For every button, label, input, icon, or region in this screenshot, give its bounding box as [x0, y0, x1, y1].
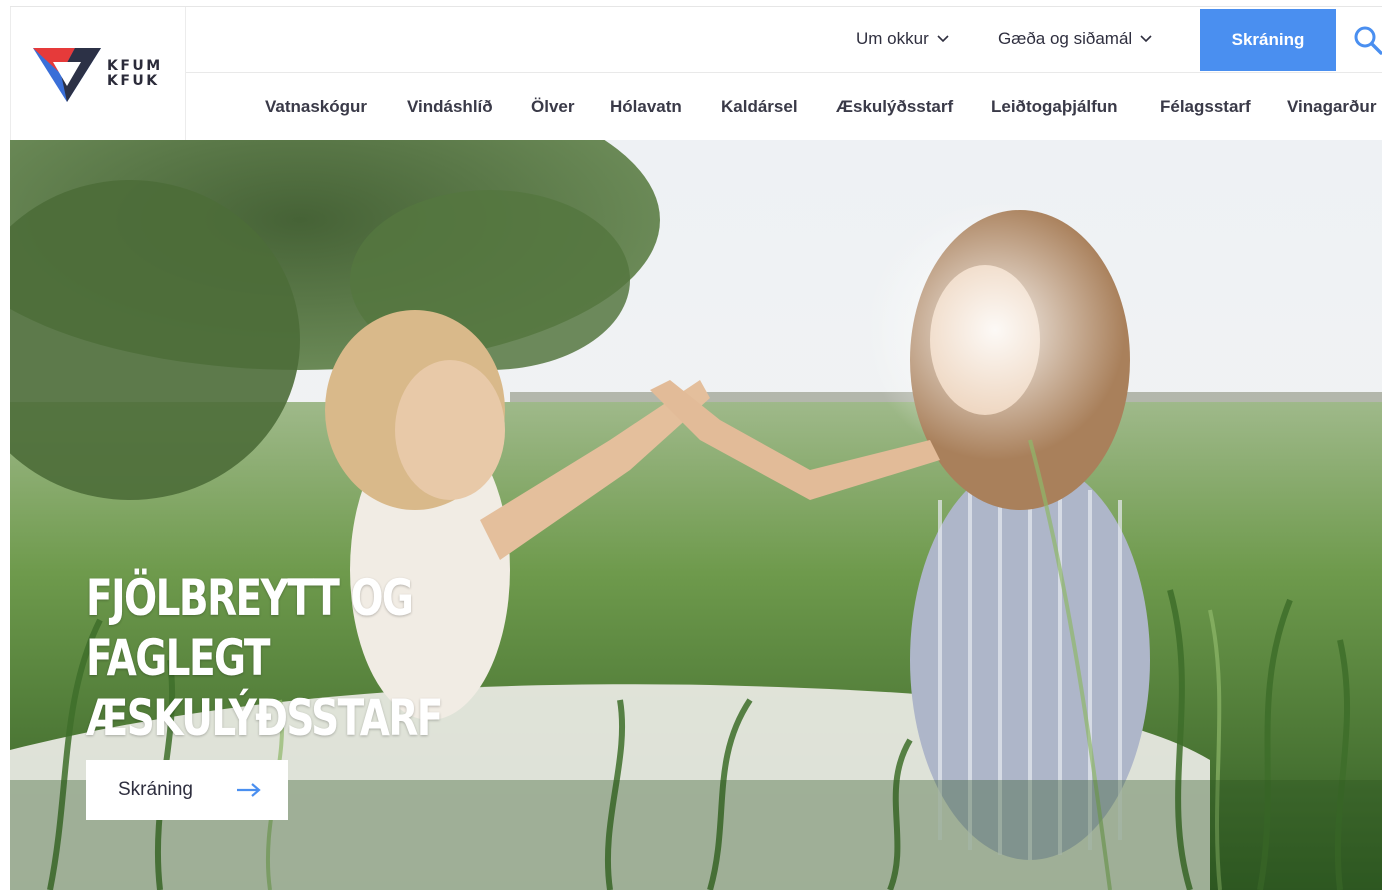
- logo-text: KFUM KFUK: [107, 59, 163, 89]
- nav-item-vinagardur[interactable]: Vinagarður: [1287, 97, 1376, 117]
- arrow-right-icon: [237, 783, 261, 797]
- nav-item-aeskulydsstarf[interactable]: Æskulýðsstarf: [836, 97, 953, 117]
- skraning-header-button[interactable]: Skráning: [1200, 9, 1336, 71]
- logo[interactable]: KFUM KFUK: [10, 7, 186, 141]
- gaeda-og-sidamal-label: Gæða og siðamál: [998, 29, 1133, 48]
- hero-title-line-1: Fjölbreytt og faglegt: [86, 569, 414, 687]
- nav-item-holavatn[interactable]: Hólavatn: [610, 97, 682, 117]
- hero-title: Fjölbreytt og faglegt æskulýðsstarf: [86, 568, 585, 748]
- hero-banner: Fjölbreytt og faglegt æskulýðsstarf Skrá…: [10, 140, 1382, 890]
- header-top-row: Um okkur Gæða og siðamál Skráning: [186, 7, 1382, 73]
- search-icon[interactable]: [1353, 25, 1382, 55]
- hero-title-line-2: æskulýðsstarf: [86, 689, 443, 747]
- site-header: KFUM KFUK Um okkur Gæða og siðamál Skrán…: [10, 6, 1382, 141]
- nav-item-vatnaskogur[interactable]: Vatnaskógur: [265, 97, 367, 117]
- nav-item-kaldarsel[interactable]: Kaldársel: [721, 97, 798, 117]
- main-nav: Vatnaskógur Vindáshlíð Ölver Hólavatn Ka…: [186, 73, 1382, 141]
- gaeda-og-sidamal-menu[interactable]: Gæða og siðamál: [998, 29, 1152, 49]
- chevron-down-icon: [1140, 35, 1152, 43]
- skraning-hero-button[interactable]: Skráning: [86, 760, 288, 820]
- um-okkur-menu[interactable]: Um okkur: [856, 29, 949, 49]
- skraning-hero-label: Skráning: [118, 779, 193, 800]
- logo-line-2: KFUK: [107, 73, 160, 89]
- kfum-kfuk-logo-icon: [33, 48, 101, 102]
- um-okkur-label: Um okkur: [856, 29, 929, 48]
- page: KFUM KFUK Um okkur Gæða og siðamál Skrán…: [0, 0, 1382, 890]
- chevron-down-icon: [937, 35, 949, 43]
- nav-item-leidtogathjalfun[interactable]: Leiðtogaþjálfun: [991, 97, 1118, 117]
- logo-line-1: KFUM: [107, 58, 163, 74]
- nav-item-felagsstarf[interactable]: Félagsstarf: [1160, 97, 1251, 117]
- nav-item-vindashlid[interactable]: Vindáshlíð: [407, 97, 493, 117]
- nav-item-olver[interactable]: Ölver: [531, 97, 574, 117]
